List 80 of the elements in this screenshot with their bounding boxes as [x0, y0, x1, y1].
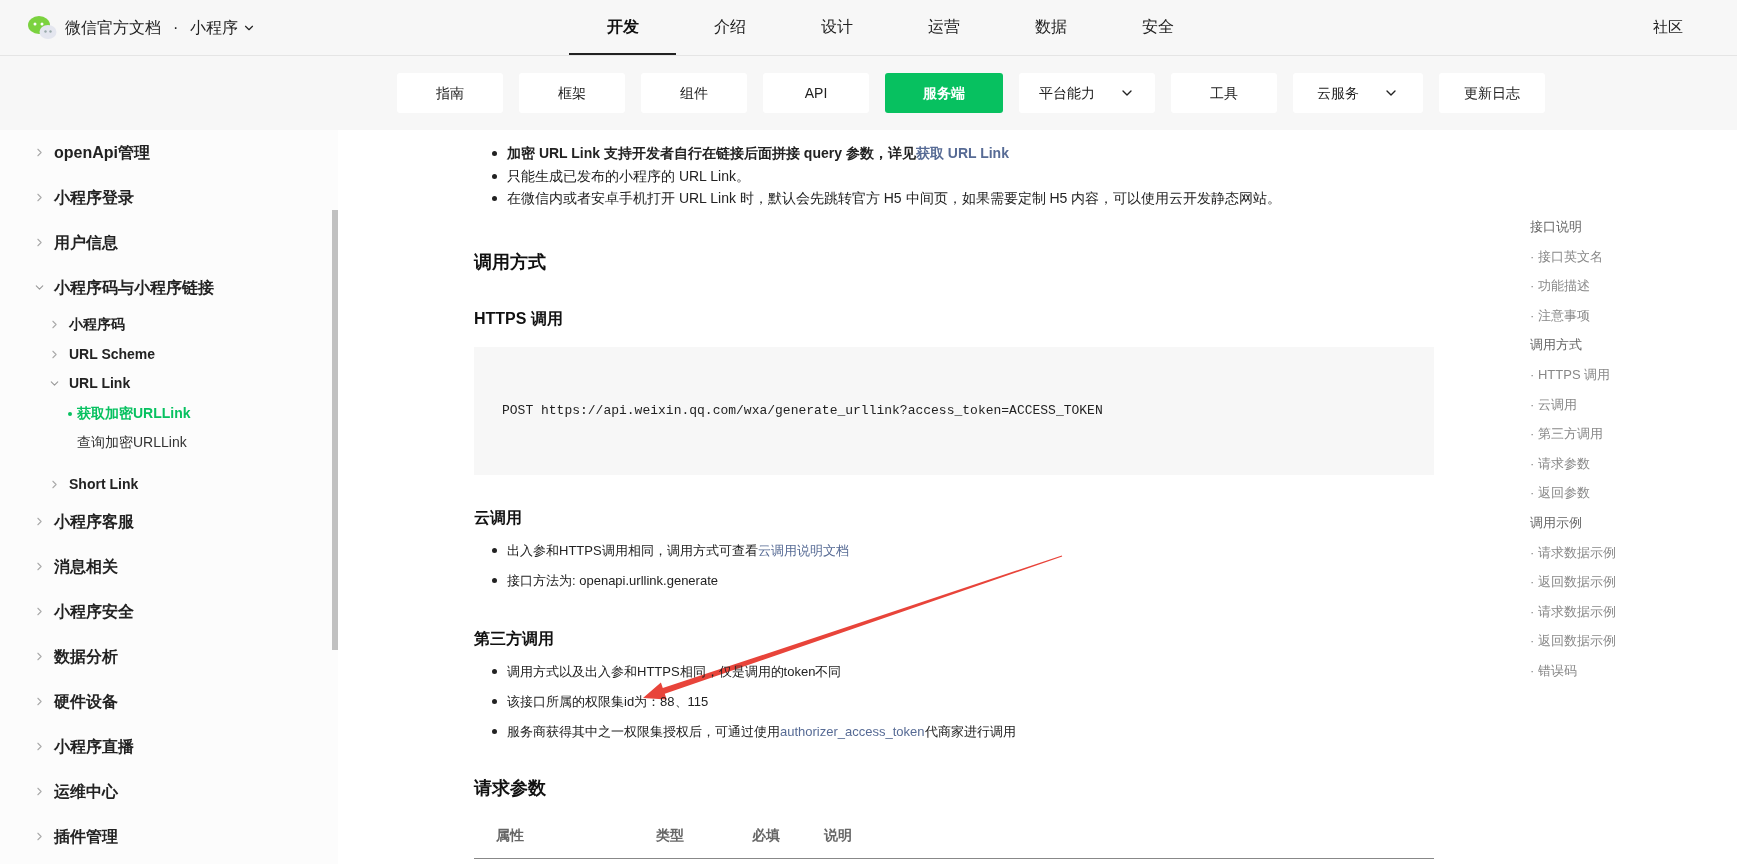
table-header-cell-text: 必填 — [751, 826, 781, 845]
toc-link[interactable]: · 返回数据示例 — [1530, 631, 1616, 661]
toc-link[interactable]: 接口说明 — [1530, 217, 1616, 247]
nav-link[interactable]: 社区 — [1653, 16, 1683, 39]
sidebar-item[interactable]: 小程序码与小程序链接 — [0, 265, 332, 310]
nav-tab[interactable]: 介绍 — [676, 0, 784, 55]
subsection-heading: 第三方调用 — [474, 628, 555, 649]
category-tab[interactable]: 指南 — [397, 73, 503, 113]
sidebar-item[interactable]: 用户信息 — [0, 220, 332, 265]
toc-link[interactable]: · 请求数据示例 — [1530, 542, 1616, 573]
text-link[interactable]: 获取 URL Link — [915, 145, 1009, 161]
toc-link[interactable]: · 接口英文名 — [1530, 246, 1616, 277]
toc-link[interactable]: 调用示例 — [1530, 512, 1616, 543]
sidebar-item[interactable]: 小程序安全 — [0, 589, 332, 634]
toc-link[interactable]: · 功能描述 — [1530, 276, 1616, 306]
sidebar-item[interactable]: 插件管理 — [0, 814, 332, 859]
sidebar-item[interactable]: openApi管理 — [0, 130, 332, 175]
sidebar-item[interactable]: 数据分析 — [0, 634, 332, 679]
sidebar-item[interactable]: Short Link — [0, 469, 332, 499]
sidebar-item[interactable]: 运维中心 — [0, 769, 332, 814]
toc-link[interactable]: · 第三方调用 — [1530, 424, 1616, 454]
sidebar-item[interactable]: 小程序登录 — [0, 175, 332, 220]
table-header-cell-text: 说明 — [823, 826, 853, 845]
sidebar-item[interactable]: URL Scheme — [0, 339, 332, 369]
table-header-cell-text: 属性 — [495, 826, 525, 845]
bullet-icon — [492, 699, 497, 704]
sidebar-item[interactable]: 小程序客服 — [0, 499, 332, 544]
text-link[interactable]: 云调用说明文档 — [757, 542, 849, 558]
section-heading: 请求参数 — [474, 776, 547, 800]
section-heading: 调用方式 — [474, 250, 547, 274]
site-title[interactable]: 微信官方文档 — [65, 15, 161, 40]
list-item-text: 加密 URL Link 支持开发者自行在链接后面拼接 query 参数，详见获取 URL Link — [507, 144, 1009, 163]
product-dropdown[interactable]: 小程序 — [190, 15, 257, 40]
toc-link[interactable]: · 云调用 — [1530, 394, 1616, 425]
category-tab[interactable]: API — [763, 73, 869, 113]
list-item-text: 只能生成已发布的小程序的 URL Link。 — [507, 166, 750, 186]
toc-link[interactable]: · 错误码 — [1530, 660, 1616, 691]
sidebar-item[interactable]: 查询加密URLLink — [0, 428, 332, 458]
code-block: POST https://api.weixin.qq.com/wxa/generate_urllink?access_token=ACCESS_TOKEN — [474, 346, 1434, 475]
nav-tab[interactable]: 数据 — [997, 0, 1105, 55]
toc-link[interactable]: · HTTPS 调用 — [1530, 364, 1616, 395]
bullet-icon — [492, 151, 497, 156]
sidebar-item[interactable]: URL Link — [0, 369, 332, 399]
text-link[interactable]: authorizer_access_token — [780, 723, 925, 739]
subsection-heading: HTTPS 调用 — [474, 308, 564, 329]
bullet-icon — [492, 548, 497, 553]
bullet-icon — [492, 578, 497, 583]
chat-bubbles-logo-icon — [27, 14, 57, 41]
list-item-text: 服务商获得其中之一权限集授权后，可通过使用authorizer_access_token代商家进行调用 — [507, 722, 1016, 741]
sidebar-item[interactable]: 消息相关 — [0, 544, 332, 589]
table-header-cell-text: 类型 — [655, 826, 685, 845]
category-tab[interactable]: 框架 — [519, 73, 625, 113]
nav-tab[interactable]: 设计 — [783, 0, 891, 55]
sidebar-item[interactable]: 小程序直播 — [0, 724, 332, 769]
category-tab[interactable]: 工具 — [1171, 73, 1277, 113]
subsection-heading: 云调用 — [474, 507, 523, 528]
toc-link[interactable]: · 注意事项 — [1530, 305, 1616, 336]
category-tab[interactable]: 组件 — [641, 73, 747, 113]
scrollbar-thumb[interactable] — [332, 210, 338, 650]
separator-text: · — [173, 17, 179, 38]
list-item-text: 接口方法为: openapi.urllink.generate — [507, 571, 718, 590]
bullet-icon — [492, 173, 497, 179]
bullet-icon — [492, 729, 497, 734]
list-item-text: 该接口所属的权限集id为：88、115 — [507, 692, 709, 711]
toc-link[interactable]: 调用方式 — [1530, 335, 1616, 365]
bullet-icon — [492, 196, 497, 201]
toc-link[interactable]: · 返回数据示例 — [1530, 572, 1616, 602]
sidebar-item[interactable]: 硬件设备 — [0, 679, 332, 724]
list-item-text: 在微信内或者安卓手机打开 URL Link 时，默认会先跳转官方 H5 中间页，如果需要定制 H5 内容，可以使用云开发静态网站。 — [507, 189, 1282, 208]
sidebar-item[interactable]: 小程序码 — [0, 310, 332, 340]
list-item-text: 出入参和HTTPS调用相同，调用方式可查看云调用说明文档 — [507, 541, 849, 560]
toc-link[interactable]: · 请求参数 — [1530, 453, 1616, 484]
category-tab[interactable]: 更新日志 — [1439, 73, 1545, 113]
category-tab[interactable]: 平台能力 — [1019, 73, 1155, 113]
toc-link[interactable]: · 请求数据示例 — [1530, 601, 1616, 632]
bullet-icon — [492, 669, 497, 674]
category-tab[interactable]: 云服务 — [1293, 73, 1423, 113]
nav-tab[interactable]: 安全 — [1104, 0, 1212, 55]
toc-link[interactable]: · 返回参数 — [1530, 483, 1616, 513]
nav-tab[interactable]: 运营 — [890, 0, 998, 55]
